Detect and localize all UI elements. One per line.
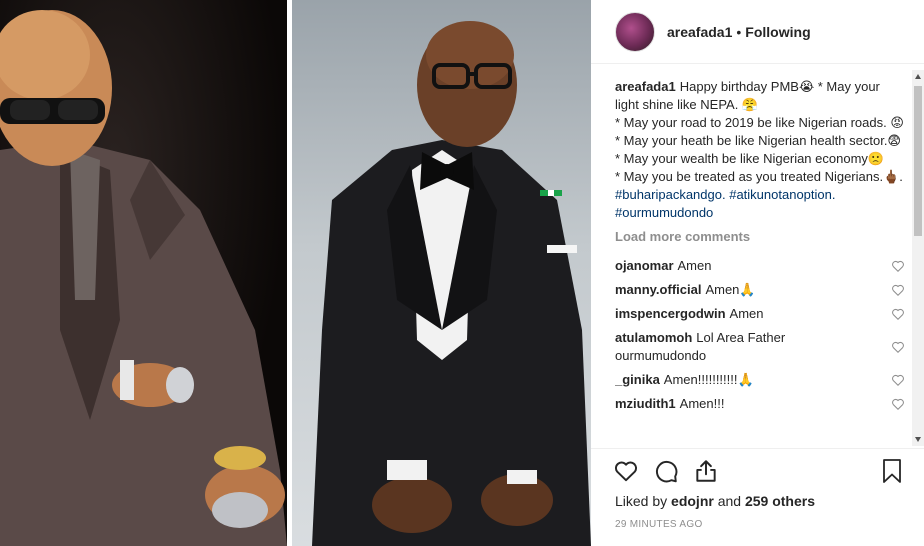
- header-separator: •: [736, 23, 742, 40]
- photo-right-illustration: [312, 21, 591, 546]
- hashtag-link[interactable]: #buharipackandgo.: [615, 187, 726, 202]
- comment-text: imspencergodwin Amen: [615, 305, 865, 323]
- avatar[interactable]: [615, 11, 655, 52]
- comment-body: Amen!!!!!!!!!!!🙏: [663, 372, 754, 387]
- comment-row: _ginika Amen!!!!!!!!!!!🙏: [615, 368, 905, 392]
- header-username[interactable]: areafada1: [667, 24, 732, 40]
- caption-line-4: * May your wealth be like Nigerian econo…: [615, 151, 885, 166]
- comment-text: manny.official Amen🙏: [615, 281, 865, 299]
- heart-outline-icon[interactable]: [891, 397, 905, 411]
- scrollbar-thumb[interactable]: [914, 86, 922, 236]
- comment-text: mziudith1 Amen!!!: [615, 395, 865, 413]
- photo-man-sunglasses: [0, 0, 287, 546]
- caption-line-3: * May your heath be like Nigerian health…: [615, 133, 901, 148]
- comment-username[interactable]: ojanomar: [615, 258, 674, 273]
- share-icon[interactable]: [693, 458, 719, 484]
- comment-body: Amen!!!: [679, 396, 725, 411]
- comment-text: ojanomar Amen: [615, 257, 865, 275]
- bookmark-icon[interactable]: [880, 458, 904, 484]
- comment-row: mziudith1 Amen!!!: [615, 392, 905, 416]
- scroll-up-arrow-icon[interactable]: [915, 74, 921, 79]
- comment-text: _ginika Amen!!!!!!!!!!!🙏: [615, 371, 865, 389]
- heart-outline-icon[interactable]: [891, 307, 905, 321]
- heart-outline-icon[interactable]: [891, 283, 905, 297]
- comment-text: atulamomoh Lol Area Father ourmumudondo: [615, 329, 865, 365]
- likes-user[interactable]: edojnr: [671, 493, 714, 509]
- caption-username[interactable]: areafada1: [615, 79, 676, 94]
- heart-outline-icon[interactable]: [891, 340, 905, 354]
- likes-prefix: Liked by: [615, 493, 668, 509]
- post-timestamp[interactable]: 29 MINUTES AGO: [615, 519, 703, 530]
- comment-icon[interactable]: [653, 458, 679, 484]
- comment-username[interactable]: mziudith1: [615, 396, 676, 411]
- caption-line-2: * May your road to 2019 be like Nigerian…: [615, 115, 904, 130]
- follow-status-button[interactable]: Following: [745, 24, 810, 40]
- comment-row: atulamomoh Lol Area Father ourmumudondo: [615, 326, 905, 368]
- likes-summary[interactable]: Liked by edojnr and 259 others: [615, 493, 815, 509]
- post-header: areafada1 • Following: [591, 0, 924, 64]
- comment-username[interactable]: _ginika: [615, 372, 660, 387]
- heart-outline-icon[interactable]: [891, 373, 905, 387]
- comments-scrollbar[interactable]: [912, 70, 924, 446]
- likes-others[interactable]: 259 others: [745, 493, 815, 509]
- scroll-down-arrow-icon[interactable]: [915, 437, 921, 442]
- post-caption: areafada1 Happy birthday PMB😭 * May your …: [615, 78, 905, 222]
- comment-body: Amen: [677, 258, 712, 273]
- comment-username[interactable]: imspencergodwin: [615, 306, 726, 321]
- heart-icon[interactable]: [613, 458, 639, 484]
- comment-row: ojanomar Amen: [615, 254, 905, 278]
- photo-man-tuxedo: [292, 0, 591, 546]
- post-media[interactable]: [0, 0, 591, 546]
- post-actions: Liked by edojnr and 259 others 29 MINUTE…: [591, 448, 924, 546]
- comment-row: imspencergodwin Amen: [615, 302, 905, 326]
- likes-middle: and: [717, 493, 742, 509]
- action-icon-group: [613, 458, 719, 484]
- hashtag-link[interactable]: #ourmumudondo: [615, 205, 713, 220]
- comment-body: Amen: [729, 306, 764, 321]
- load-more-comments-button[interactable]: Load more comments: [615, 228, 905, 246]
- caption-line-5: * May you be treated as you treated Nige…: [615, 169, 903, 184]
- comments-section[interactable]: areafada1 Happy birthday PMB😭 * May your …: [615, 78, 905, 448]
- comment-body: Amen🙏: [705, 282, 756, 297]
- photo-left-illustration: [0, 10, 287, 546]
- comment-username[interactable]: manny.official: [615, 282, 701, 297]
- hashtag-link[interactable]: #atikunotanoption.: [729, 187, 835, 202]
- comment-row: manny.official Amen🙏: [615, 278, 905, 302]
- heart-outline-icon[interactable]: [891, 259, 905, 273]
- comment-username[interactable]: atulamomoh: [615, 330, 692, 345]
